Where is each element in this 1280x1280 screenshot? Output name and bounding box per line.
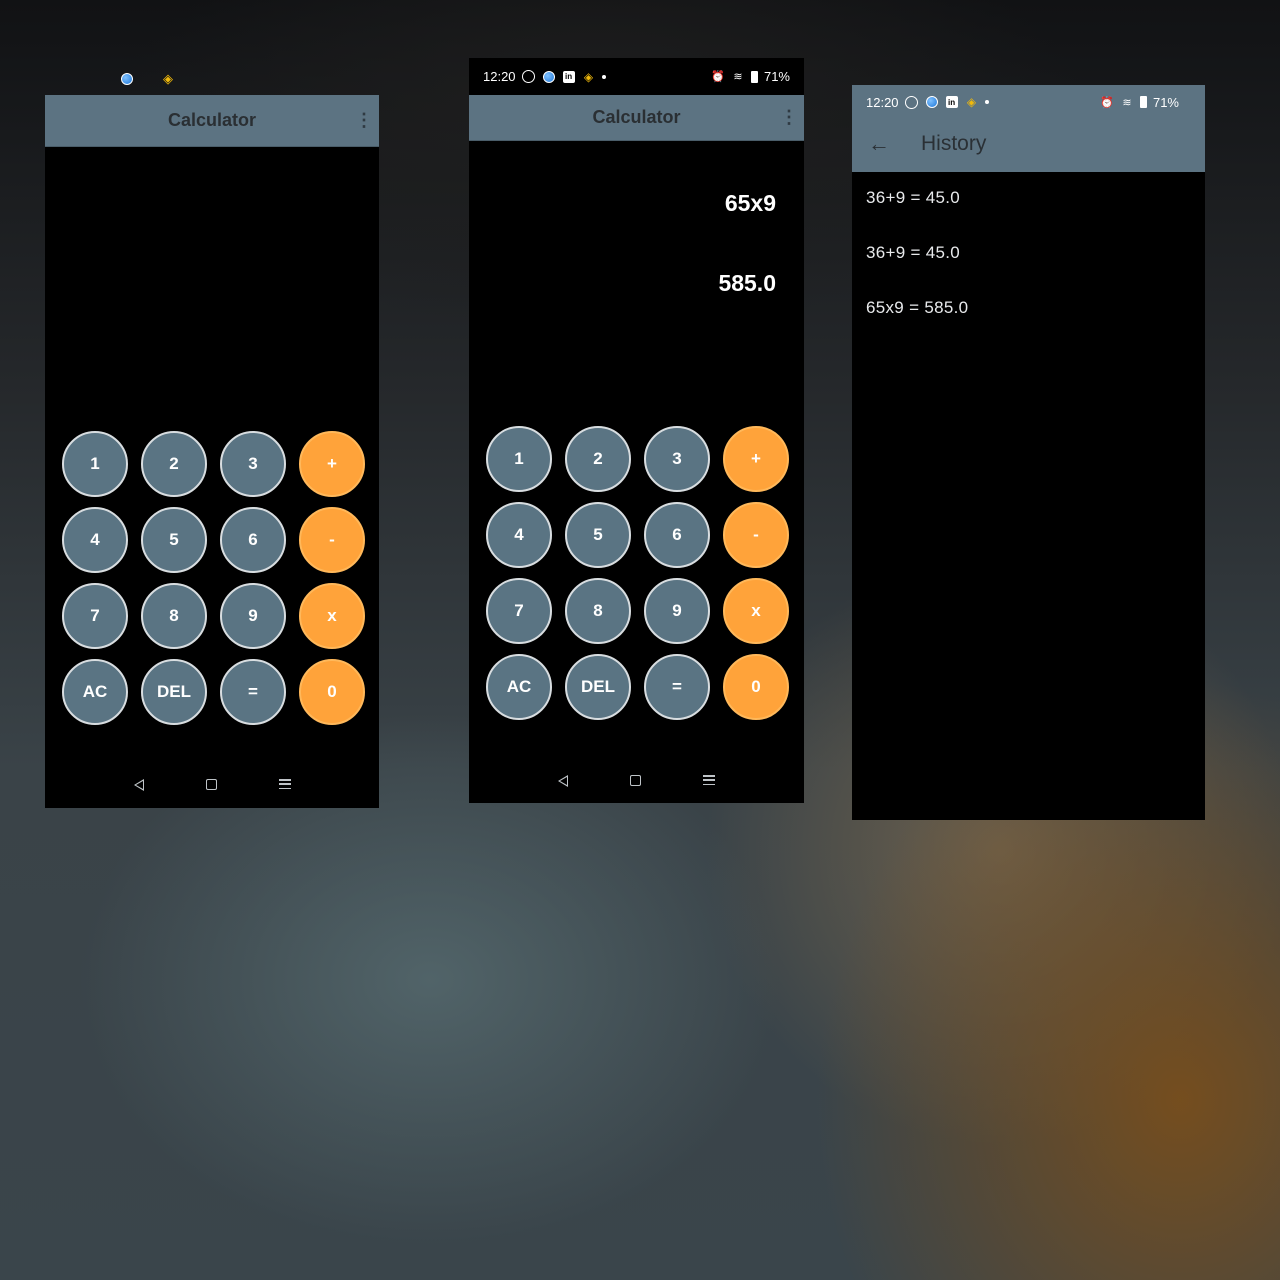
app-bar: Calculator ⋮ [469, 95, 804, 141]
alarm-icon: ⏰ [711, 71, 725, 83]
key-delete[interactable]: DEL [141, 659, 207, 725]
nav-bar [469, 775, 804, 787]
key-multiply[interactable]: x [723, 578, 789, 644]
key-delete[interactable]: DEL [565, 654, 631, 720]
key-1[interactable]: 1 [62, 431, 128, 497]
app-title: Calculator [592, 107, 681, 127]
whatsapp-icon [522, 70, 536, 84]
key-3[interactable]: 3 [220, 431, 286, 497]
key-minus[interactable]: - [723, 502, 789, 568]
battery-icon [750, 70, 758, 83]
keypad: 1 2 3 + 4 5 6 - 7 8 9 x AC DEL = 0 [62, 431, 365, 725]
key-6[interactable]: 6 [644, 502, 710, 568]
key-plus[interactable]: + [723, 426, 789, 492]
nav-back-icon[interactable] [558, 775, 568, 787]
key-6[interactable]: 6 [220, 507, 286, 573]
status-time: 12:20 [483, 69, 516, 84]
key-clear[interactable]: AC [62, 659, 128, 725]
history-item[interactable]: 36+9 = 45.0 [866, 188, 1191, 243]
binance-icon: ◈ [163, 71, 173, 86]
phone-screen-calculator-result: 12:20 in ◈ ⏰ ≋ 71% Calculator ⋮ 65x9 585… [469, 58, 804, 803]
nav-home-icon[interactable] [630, 775, 641, 786]
app-bar: 12:20 in ◈ ⏰ ≋ 71% ← History [852, 85, 1205, 172]
key-3[interactable]: 3 [644, 426, 710, 492]
key-9[interactable]: 9 [644, 578, 710, 644]
phone-screen-calculator-empty: Calculator ⋮ 1 2 3 + 4 5 6 - 7 8 9 x AC … [45, 95, 379, 808]
nav-home-icon[interactable] [205, 779, 217, 790]
history-toolbar: ← History [852, 119, 1205, 169]
key-0[interactable]: 0 [299, 659, 365, 725]
key-8[interactable]: 8 [565, 578, 631, 644]
key-multiply[interactable]: x [299, 583, 365, 649]
page-title: History [921, 132, 987, 155]
phone-screen-history: 12:20 in ◈ ⏰ ≋ 71% ← History 36+9 = 45.0… [852, 85, 1205, 820]
linkedin-icon: in [945, 95, 959, 109]
result-display: 585.0 [718, 270, 776, 296]
status-bar: 12:20 in ◈ ⏰ ≋ 71% [469, 58, 804, 95]
history-item[interactable]: 36+9 = 45.0 [866, 243, 1191, 298]
key-2[interactable]: 2 [565, 426, 631, 492]
more-vert-icon[interactable]: ⋮ [349, 110, 379, 131]
key-5[interactable]: 5 [565, 502, 631, 568]
keypad: 1 2 3 + 4 5 6 - 7 8 9 x AC DEL = 0 [486, 426, 789, 720]
linkedin-icon: in [562, 70, 576, 84]
battery-icon [1139, 96, 1147, 108]
more-vert-icon[interactable]: ⋮ [774, 107, 804, 128]
key-4[interactable]: 4 [486, 502, 552, 568]
whatsapp-icon [905, 95, 919, 109]
key-0[interactable]: 0 [723, 654, 789, 720]
back-arrow-icon[interactable]: ← [868, 131, 906, 157]
wifi-icon: ≋ [1122, 96, 1132, 109]
key-1[interactable]: 1 [486, 426, 552, 492]
key-4[interactable]: 4 [62, 507, 128, 573]
key-8[interactable]: 8 [141, 583, 207, 649]
key-minus[interactable]: - [299, 507, 365, 573]
wifi-icon: ≋ [733, 71, 743, 83]
status-icon-blue-circle [121, 73, 133, 85]
browser-icon [925, 95, 939, 109]
status-time: 12:20 [866, 94, 899, 110]
app-bar: Calculator ⋮ [45, 95, 379, 147]
key-7[interactable]: 7 [486, 578, 552, 644]
nav-recents-icon[interactable] [703, 775, 715, 785]
notification-dot-icon [601, 74, 606, 79]
binance-icon: ◈ [966, 95, 977, 109]
battery-level: 71% [1152, 94, 1179, 110]
nav-bar [45, 779, 379, 791]
key-7[interactable]: 7 [62, 583, 128, 649]
key-plus[interactable]: + [299, 431, 365, 497]
key-equals[interactable]: = [220, 659, 286, 725]
nav-recents-icon[interactable] [278, 779, 291, 789]
key-clear[interactable]: AC [486, 654, 552, 720]
key-2[interactable]: 2 [141, 431, 207, 497]
alarm-icon: ⏰ [1100, 96, 1114, 109]
key-9[interactable]: 9 [220, 583, 286, 649]
binance-icon: ◈ [583, 69, 594, 84]
history-list: 36+9 = 45.0 36+9 = 45.0 65x9 = 585.0 [852, 172, 1205, 369]
key-5[interactable]: 5 [141, 507, 207, 573]
nav-back-icon[interactable] [133, 779, 144, 791]
key-equals[interactable]: = [644, 654, 710, 720]
status-bar: 12:20 in ◈ ⏰ ≋ 71% [852, 85, 1205, 119]
app-title: Calculator [167, 110, 257, 130]
battery-level: 71% [763, 69, 790, 84]
notification-dot-icon [984, 100, 989, 104]
expression-display: 65x9 [724, 190, 776, 216]
browser-icon [542, 70, 556, 84]
history-item[interactable]: 65x9 = 585.0 [866, 298, 1191, 353]
